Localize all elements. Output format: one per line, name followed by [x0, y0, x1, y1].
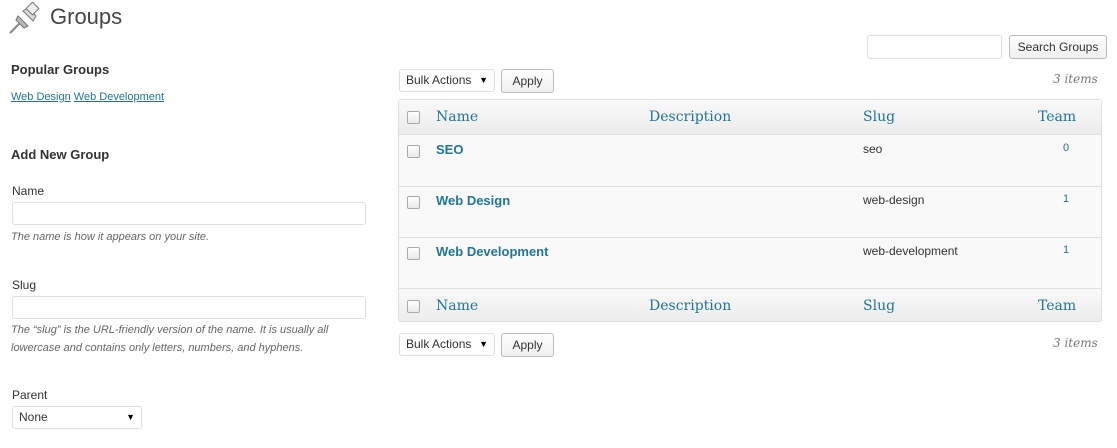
bulk-actions-select-bottom-value: Bulk Actions — [406, 337, 472, 351]
apply-button-top[interactable]: Apply — [501, 69, 554, 93]
column-header-name[interactable]: Name — [436, 109, 478, 125]
row-slug: web-design — [863, 193, 925, 207]
table-row: Web Development web-development 1 — [399, 238, 1101, 289]
name-label: Name — [12, 184, 45, 198]
table-row: Web Design web-design 1 — [399, 187, 1101, 238]
apply-button-bottom[interactable]: Apply — [501, 333, 554, 357]
column-header-description[interactable]: Description — [649, 109, 731, 125]
pushpin-icon — [6, 1, 42, 36]
column-header-slug[interactable]: Slug — [863, 109, 895, 125]
table-footer: Name Description Slug Team — [399, 288, 1101, 321]
search-input[interactable] — [867, 35, 1002, 59]
chevron-down-icon: ▼ — [479, 339, 488, 349]
name-hint: The name is how it appears on your site. — [11, 231, 210, 243]
bulk-actions-select-top[interactable]: Bulk Actions ▼ — [399, 69, 495, 92]
column-footer-description[interactable]: Description — [649, 298, 731, 314]
row-team-count[interactable]: 0 — [1063, 142, 1069, 154]
row-slug: seo — [863, 142, 883, 156]
chevron-down-icon: ▼ — [479, 75, 488, 85]
select-all-checkbox[interactable] — [407, 111, 420, 124]
page-header: Groups — [6, 1, 123, 36]
select-all-checkbox-footer[interactable] — [407, 300, 420, 313]
row-checkbox[interactable] — [407, 247, 420, 260]
row-team-count[interactable]: 1 — [1063, 244, 1069, 256]
row-name-link[interactable]: Web Development — [436, 244, 548, 259]
popular-link-web-design[interactable]: Web Design — [11, 91, 71, 103]
bulk-actions-select-top-value: Bulk Actions — [406, 73, 472, 87]
slug-label: Slug — [12, 278, 37, 292]
parent-select-value: None — [19, 410, 48, 424]
table-row: SEO seo 0 — [399, 136, 1101, 187]
search-groups-button[interactable]: Search Groups — [1009, 35, 1107, 59]
items-count-top: 3 items — [1053, 72, 1098, 86]
slug-hint: The “slug” is the URL-friendly version o… — [11, 324, 329, 354]
row-team-count[interactable]: 1 — [1063, 193, 1069, 205]
parent-select[interactable]: None ▼ — [12, 406, 142, 429]
column-footer-slug[interactable]: Slug — [863, 298, 895, 314]
column-header-team[interactable]: Team — [1038, 109, 1076, 125]
parent-label: Parent — [12, 388, 48, 402]
bulk-actions-select-bottom[interactable]: Bulk Actions ▼ — [399, 333, 495, 356]
items-count-bottom: 3 items — [1053, 336, 1098, 350]
row-checkbox[interactable] — [407, 196, 420, 209]
popular-groups-links: Web Design Web Development — [11, 91, 164, 103]
groups-table: Name Description Slug Team SEO seo 0 Web… — [398, 99, 1102, 322]
row-name-link[interactable]: SEO — [436, 142, 463, 157]
row-name-link[interactable]: Web Design — [436, 193, 510, 208]
name-field[interactable] — [12, 202, 366, 225]
chevron-down-icon: ▼ — [126, 412, 135, 422]
column-footer-team[interactable]: Team — [1038, 298, 1076, 314]
add-new-group-title: Add New Group — [11, 147, 110, 162]
row-slug: web-development — [863, 244, 958, 258]
popular-groups-title: Popular Groups — [11, 62, 110, 77]
column-footer-name[interactable]: Name — [436, 298, 478, 314]
row-checkbox[interactable] — [407, 145, 420, 158]
table-header: Name Description Slug Team — [399, 100, 1101, 135]
slug-field[interactable] — [12, 296, 366, 319]
page-title: Groups — [50, 4, 123, 29]
popular-link-web-development[interactable]: Web Development — [74, 91, 164, 103]
